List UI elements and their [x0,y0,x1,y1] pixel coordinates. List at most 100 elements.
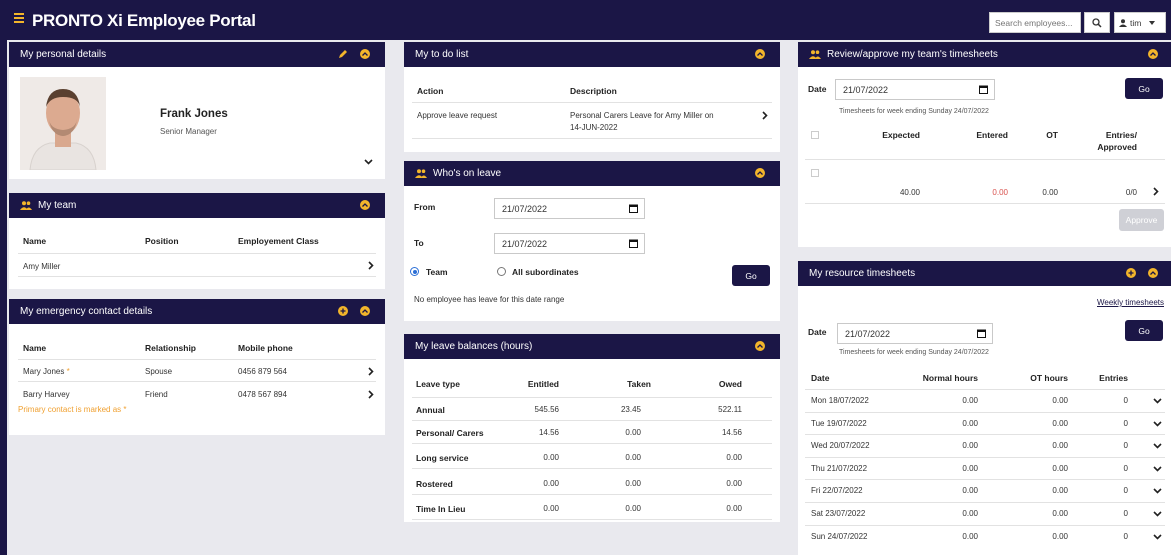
week-ending-note: Timesheets for week ending Sunday 24/07/… [839,349,989,356]
calendar-icon[interactable] [979,85,988,94]
column-header: Approved [1097,142,1137,152]
expand-chevron-icon[interactable] [1153,466,1162,472]
chevron-right-icon[interactable] [368,390,374,399]
leave-entitled: 0.00 [543,504,559,513]
search-icon [1092,17,1102,28]
ot-hours: 0.00 [1052,531,1068,541]
collapse-icon[interactable] [1148,268,1158,278]
select-all-checkbox[interactable] [811,131,819,139]
to-date-input[interactable]: 21/07/2022 [494,233,645,254]
review-timesheets-header: Review/approve my team's timesheets [798,42,1171,67]
expand-chevron-icon[interactable] [1153,398,1162,404]
timesheet-date[interactable]: Tue 19/07/2022 [811,419,867,428]
employee-search-input[interactable] [989,12,1081,33]
entries-count: 0 [1123,463,1128,473]
entered-hours: 0.00 [992,188,1008,197]
collapse-icon[interactable] [360,49,370,59]
search-button[interactable] [1084,12,1110,33]
team-member-name[interactable]: Amy Miller [23,262,60,271]
chevron-right-icon[interactable] [368,367,374,376]
resource-go-button[interactable]: Go [1125,320,1163,341]
leave-entitled: 0.00 [543,479,559,488]
column-header: Taken [627,379,651,389]
contact-name[interactable]: Barry Harvey [23,390,70,399]
expand-chevron-icon[interactable] [1153,534,1162,540]
column-header: Expected [882,130,920,140]
row-checkbox[interactable] [811,169,819,177]
panel-title: My resource timesheets [809,268,916,279]
approve-button[interactable]: Approve [1119,209,1164,231]
user-menu-button[interactable]: tim [1114,12,1166,33]
collapse-icon[interactable] [755,49,765,59]
profile-photo [20,77,106,170]
entries-count: 0 [1123,531,1128,541]
collapse-icon[interactable] [360,200,370,210]
timesheet-date[interactable]: Fri 22/07/2022 [811,486,863,495]
ot-hours: 0.00 [1052,418,1068,428]
expand-chevron-icon[interactable] [1153,511,1162,517]
chevron-right-icon[interactable] [368,261,374,270]
leave-owed: 0.00 [726,453,742,462]
chevron-right-icon[interactable] [762,111,768,120]
calendar-icon[interactable] [629,204,638,213]
leave-type: Rostered [416,479,453,489]
todo-action[interactable]: Approve leave request [417,111,497,120]
column-header: Relationship [145,343,197,353]
calendar-icon[interactable] [629,239,638,248]
chevron-right-icon[interactable] [1153,187,1159,196]
all-subordinates-label: All subordinates [512,267,579,277]
review-date-input[interactable]: 21/07/2022 [835,79,995,100]
entries-count: 0 [1123,509,1128,518]
column-header: OT hours [1030,373,1068,383]
ot-hours: 0.00 [1052,463,1068,473]
normal-hours: 0.00 [962,531,978,541]
expand-chevron-icon[interactable] [1153,421,1162,427]
collapse-icon[interactable] [1148,49,1158,59]
review-go-button[interactable]: Go [1125,78,1163,99]
add-icon[interactable] [338,306,348,316]
leave-owed: 522.11 [718,405,742,414]
hamburger-menu-icon[interactable] [14,13,24,23]
leave-owed: 0.00 [726,479,742,488]
todo-list-panel: My to do list Action Description Approve… [404,42,780,152]
contact-relationship: Spouse [145,367,173,376]
leave-go-button[interactable]: Go [732,265,770,286]
calendar-icon[interactable] [977,329,986,338]
timesheet-date[interactable]: Sat 23/07/2022 [811,509,865,518]
employee-name: Frank Jones [160,108,228,120]
column-header: Name [23,343,47,353]
weekly-timesheets-link[interactable]: Weekly timesheets [1097,298,1164,307]
all-subordinates-radio[interactable] [497,267,506,276]
resource-date-input[interactable]: 21/07/2022 [837,323,993,344]
contact-relationship: Friend [145,390,168,399]
collapse-icon[interactable] [755,168,765,178]
primary-contact-note: Primary contact is marked as * [18,405,127,414]
expand-chevron-icon[interactable] [1153,488,1162,495]
leave-type: Time In Lieu [416,504,466,514]
contact-name[interactable]: Mary Jones * [23,367,70,376]
panel-title: My to do list [415,49,469,60]
column-header: Entered [976,130,1008,140]
team-radio[interactable] [410,267,419,276]
from-date-input[interactable]: 21/07/2022 [494,198,645,219]
entries-count: 0 [1123,486,1128,496]
timesheet-date[interactable]: Mon 18/07/2022 [811,396,869,405]
expand-chevron-icon[interactable] [364,159,373,165]
timesheet-date[interactable]: Sun 24/07/2022 [811,532,868,541]
normal-hours: 0.00 [962,509,978,518]
week-ending-note: Timesheets for week ending Sunday 24/07/… [839,108,989,115]
leave-owed: 14.56 [721,428,742,437]
todo-description-line1: Personal Carers Leave for Amy Miller on [570,111,714,120]
timesheet-date[interactable]: Wed 20/07/2022 [811,441,870,450]
date-label: Date [808,327,827,337]
collapse-icon[interactable] [360,306,370,316]
emergency-contacts-header: My emergency contact details [9,299,385,324]
timesheet-date[interactable]: Thu 21/07/2022 [811,464,867,473]
edit-pencil-icon[interactable] [338,49,348,59]
expand-chevron-icon[interactable] [1153,443,1162,449]
normal-hours: 0.00 [962,418,978,428]
team-icon [415,169,427,178]
collapse-icon[interactable] [755,341,765,351]
leave-taken: 0.00 [625,428,641,437]
add-icon[interactable] [1126,268,1136,278]
